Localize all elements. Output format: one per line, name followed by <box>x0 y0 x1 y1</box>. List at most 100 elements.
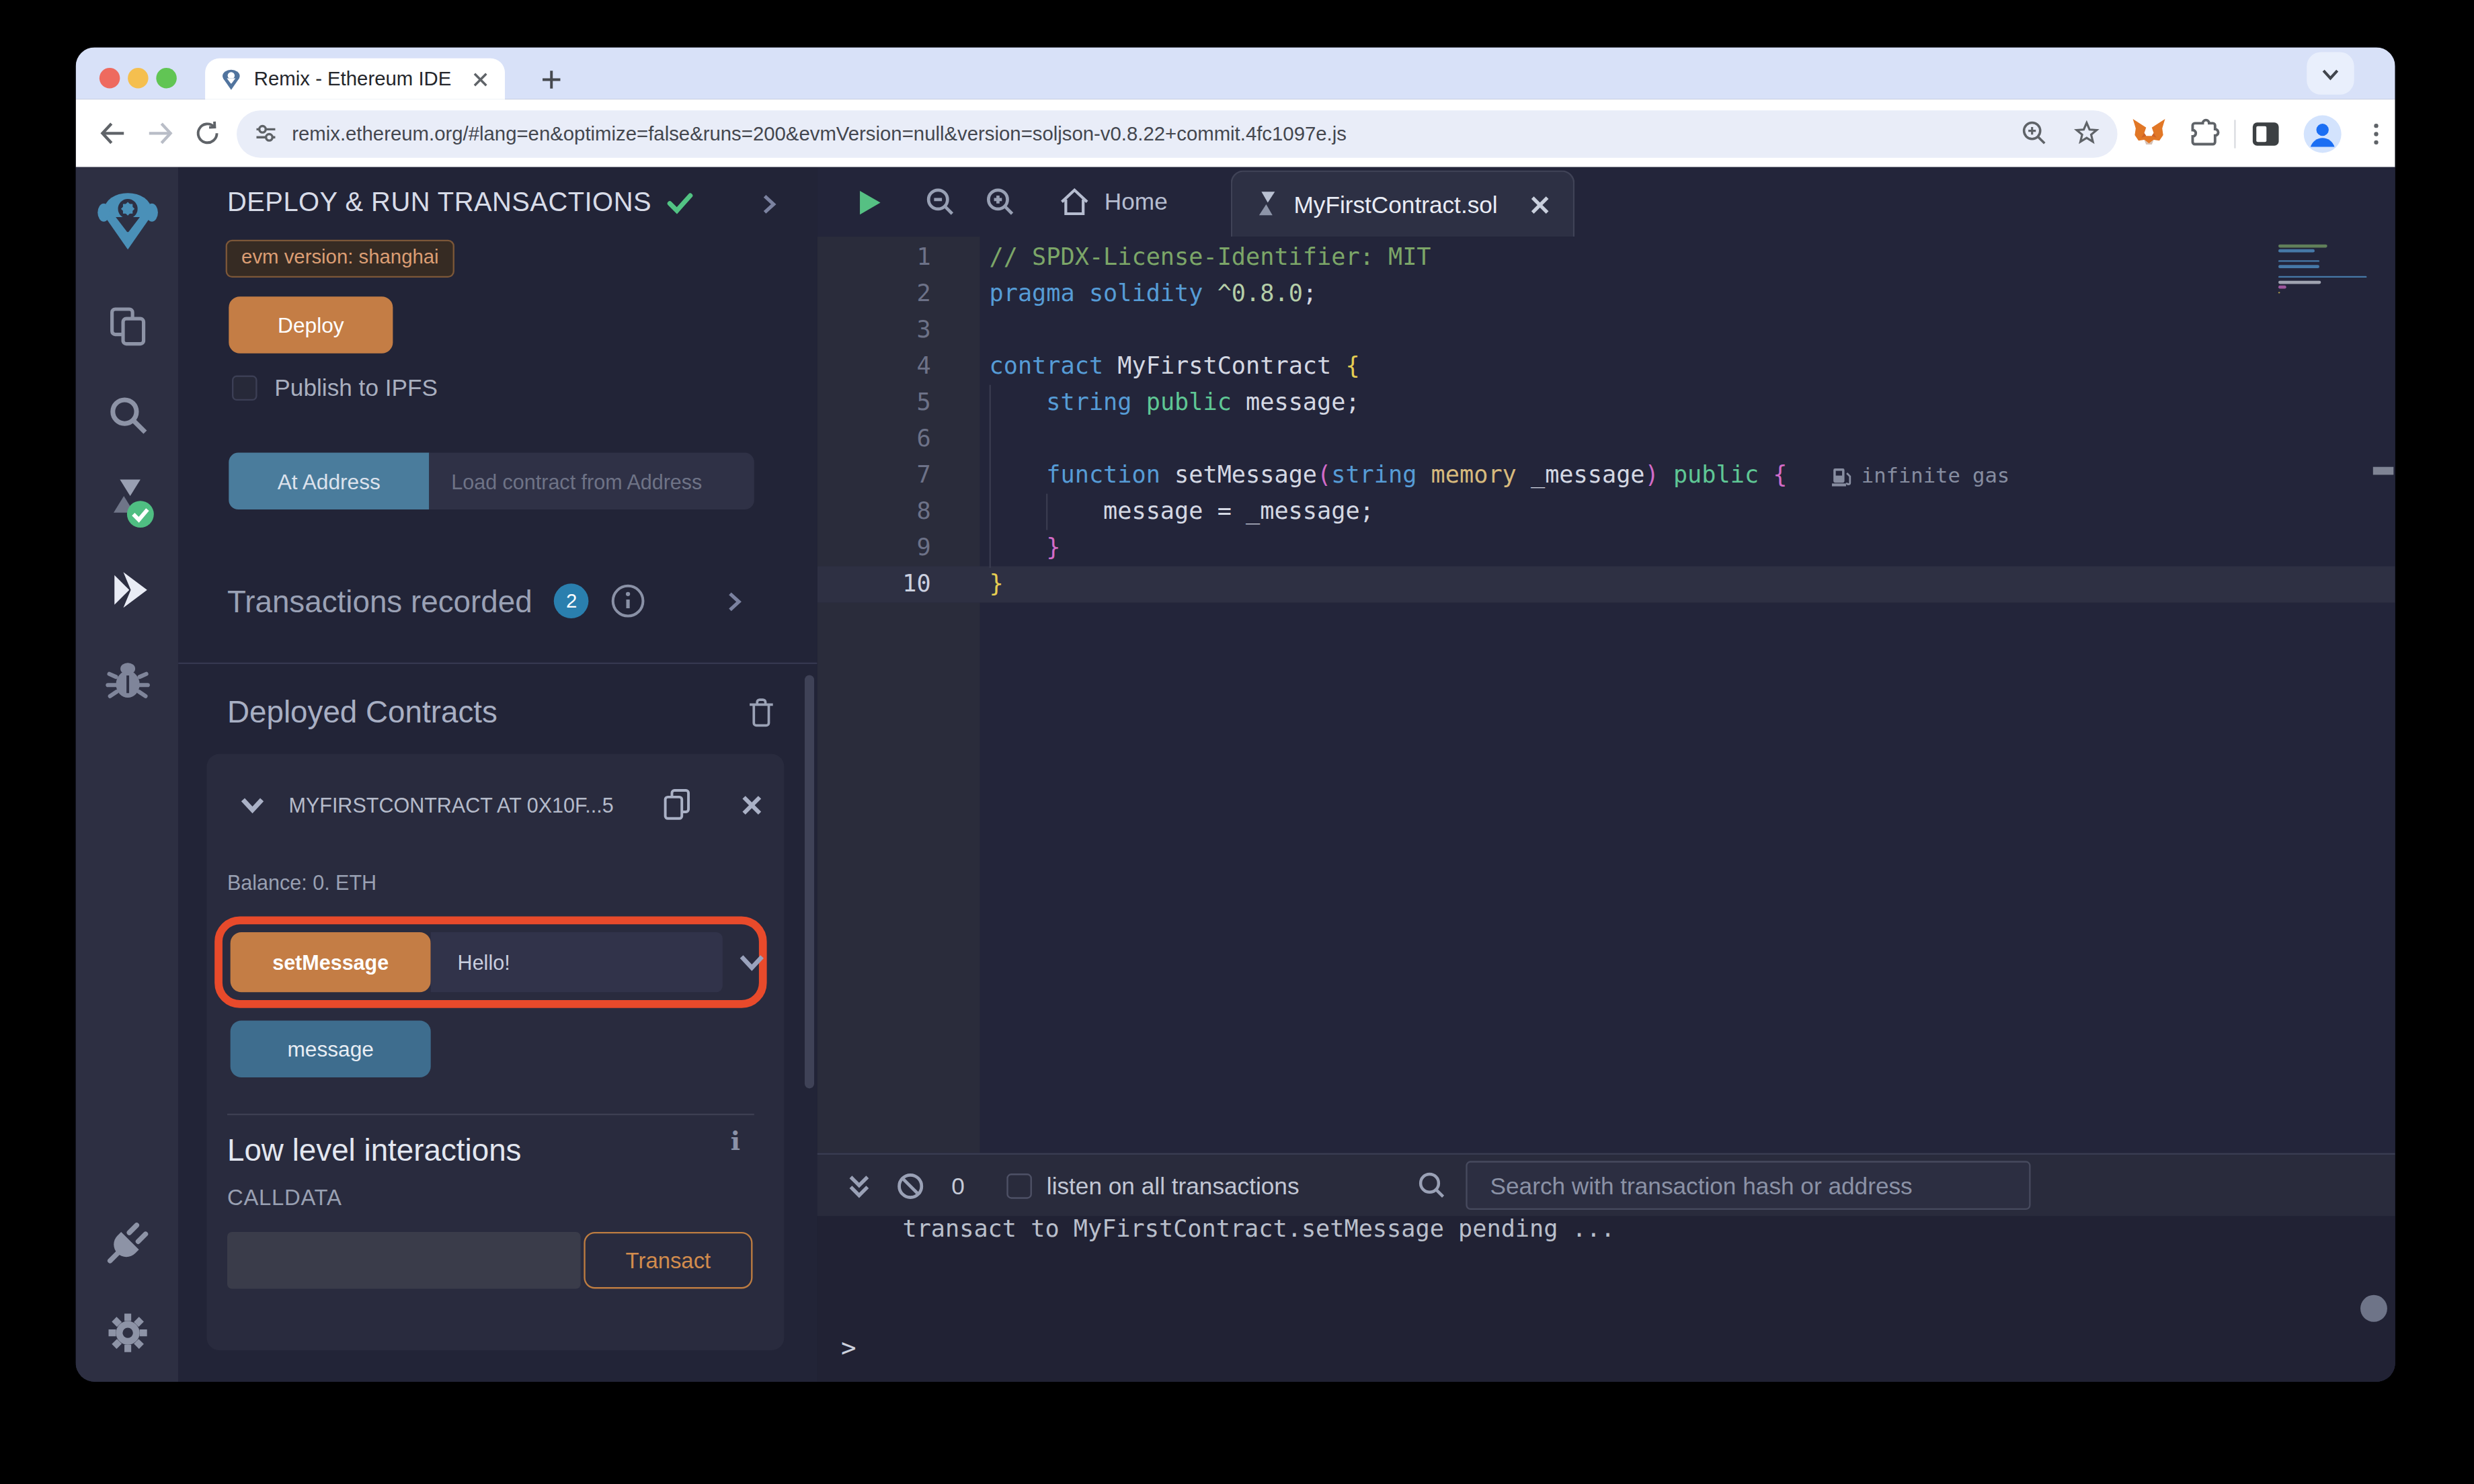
zoom-out-icon[interactable] <box>923 185 958 220</box>
deploy-button[interactable]: Deploy <box>229 296 393 353</box>
code-line[interactable]: 2pragma solidity ^0.8.0; <box>817 276 2395 313</box>
home-tab-icon[interactable] <box>1057 185 1092 220</box>
code-line[interactable]: 9 } <box>817 530 2395 567</box>
side-panel-icon[interactable] <box>2248 116 2283 151</box>
at-address-button[interactable]: At Address <box>229 453 429 509</box>
debugger-icon[interactable] <box>76 645 179 714</box>
gas-annotation: infinite gas <box>1831 458 2009 494</box>
toolbar-divider <box>2234 119 2235 147</box>
set-message-button[interactable]: setMessage <box>231 932 431 992</box>
line-number: 7 <box>817 458 931 494</box>
contract-collapse-chevron-icon[interactable] <box>238 794 266 816</box>
code-line[interactable]: 8 message = _message; <box>817 494 2395 530</box>
minimap-line <box>2278 276 2366 278</box>
code-line[interactable]: 3 <box>817 313 2395 349</box>
indent-guide <box>990 385 991 568</box>
panel-scrollbar[interactable] <box>805 675 814 1088</box>
browser-tab[interactable]: Remix - Ethereum IDE <box>205 58 505 99</box>
line-number: 10 <box>817 567 931 603</box>
search-icon[interactable] <box>76 380 179 450</box>
code-text: pragma solidity ^0.8.0; <box>990 276 1318 313</box>
panel-expand-chevron-icon[interactable] <box>759 190 780 217</box>
remix-logo-icon[interactable] <box>76 186 179 255</box>
code-line[interactable]: 5 string public message; <box>817 385 2395 421</box>
url-bar[interactable]: remix.ethereum.org/#lang=en&optimize=fal… <box>237 110 2118 157</box>
zoom-page-icon[interactable] <box>2020 118 2050 149</box>
run-script-play-icon[interactable] <box>852 185 887 220</box>
metamask-icon[interactable] <box>2130 114 2167 152</box>
expand-function-chevron-icon[interactable] <box>738 951 765 973</box>
file-tab[interactable]: MyFirstContract.sol <box>1231 170 1575 237</box>
line-number: 1 <box>817 240 931 276</box>
publish-ipfs-checkbox[interactable] <box>232 374 257 400</box>
code-line[interactable]: 10} <box>817 567 2395 603</box>
publish-ipfs-label: Publish to IPFS <box>274 374 438 401</box>
code-line[interactable]: 7 function setMessage(string memory _mes… <box>817 458 2395 494</box>
message-button[interactable]: message <box>231 1020 431 1077</box>
browser-menu-icon[interactable] <box>2362 119 2390 147</box>
terminal-scrollbar-thumb[interactable] <box>2360 1295 2387 1322</box>
editor-minimap[interactable] <box>2278 241 2370 314</box>
site-settings-icon[interactable] <box>253 120 280 147</box>
contract-instance-name[interactable]: MYFIRSTCONTRACT AT 0X10F...5 <box>288 792 657 816</box>
tab-search-button[interactable] <box>2307 52 2354 94</box>
deploy-run-icon[interactable] <box>76 555 179 624</box>
line-number: 5 <box>817 385 931 421</box>
maximize-window-button[interactable] <box>156 67 177 88</box>
calldata-input[interactable] <box>227 1232 581 1288</box>
close-file-tab-icon[interactable] <box>1529 194 1551 216</box>
code-text: } <box>990 567 1004 603</box>
listen-transactions-checkbox[interactable] <box>1007 1173 1033 1198</box>
minimap-line <box>2278 245 2327 247</box>
settings-gear-icon[interactable] <box>76 1298 179 1368</box>
extensions-icon[interactable] <box>2187 116 2222 151</box>
code-text: function setMessage(string memory _messa… <box>990 458 1788 494</box>
listen-transactions-label: listen on all transactions <box>1047 1172 1300 1199</box>
info-icon[interactable] <box>611 583 646 618</box>
deployed-contracts-title: Deployed Contracts <box>227 694 497 731</box>
panel-title: DEPLOY & RUN TRANSACTIONS <box>227 188 651 219</box>
back-button[interactable] <box>88 110 135 157</box>
profile-avatar[interactable] <box>2302 113 2343 154</box>
copy-address-icon[interactable] <box>661 787 692 822</box>
forward-button[interactable] <box>136 110 183 157</box>
home-tab-label[interactable]: Home <box>1105 188 1168 214</box>
terminal-log: transact to MyFirstContract.setMessage p… <box>817 1216 2395 1381</box>
minimap-line <box>2278 291 2280 294</box>
plugin-manager-icon[interactable] <box>76 1208 179 1278</box>
code-line[interactable]: 1// SPDX-License-Identifier: MIT <box>817 240 2395 276</box>
browser-window: Remix - Ethereum IDE remix.eth <box>76 47 2395 1382</box>
zoom-in-icon[interactable] <box>983 185 1018 220</box>
at-address-input[interactable] <box>429 453 754 509</box>
new-tab-button[interactable] <box>530 58 571 99</box>
code-editor[interactable]: 1// SPDX-License-Identifier: MIT2pragma … <box>817 237 2395 1153</box>
terminal: 0 listen on all transactions transact to… <box>817 1153 2395 1382</box>
file-explorer-icon[interactable] <box>76 292 179 361</box>
evm-version-badge: evm version: shanghai <box>226 240 454 278</box>
clear-console-icon[interactable] <box>896 1171 924 1200</box>
line-number: 8 <box>817 494 931 530</box>
url-text[interactable]: remix.ethereum.org/#lang=en&optimize=fal… <box>292 122 2020 145</box>
line-number: 4 <box>817 349 931 385</box>
code-line[interactable]: 6 <box>817 421 2395 458</box>
transact-button[interactable]: Transact <box>584 1232 752 1288</box>
transactions-expand-chevron-icon[interactable] <box>724 587 745 614</box>
calldata-label: CALLDATA <box>227 1185 342 1210</box>
minimize-window-button[interactable] <box>128 67 149 88</box>
terminal-collapse-icon[interactable] <box>846 1171 873 1200</box>
terminal-search-icon <box>1418 1170 1448 1200</box>
code-line[interactable]: 4 contract MyFirstContract { <box>817 349 2395 385</box>
minimap-line <box>2278 250 2315 253</box>
contract-balance: Balance: 0. ETH <box>227 871 376 895</box>
low-level-info-icon[interactable]: i <box>731 1126 740 1157</box>
solidity-compiler-icon[interactable] <box>76 467 179 536</box>
code-text: contract MyFirstContract { <box>990 349 1360 385</box>
delete-contracts-trash-icon[interactable] <box>746 696 776 728</box>
bookmark-star-icon[interactable] <box>2072 118 2102 149</box>
close-tab-icon[interactable] <box>470 69 491 89</box>
close-window-button[interactable] <box>99 67 120 88</box>
reload-button[interactable] <box>183 110 230 157</box>
remove-contract-icon[interactable] <box>740 792 764 816</box>
terminal-search-input[interactable] <box>1466 1161 2031 1210</box>
set-message-input[interactable] <box>431 932 723 992</box>
